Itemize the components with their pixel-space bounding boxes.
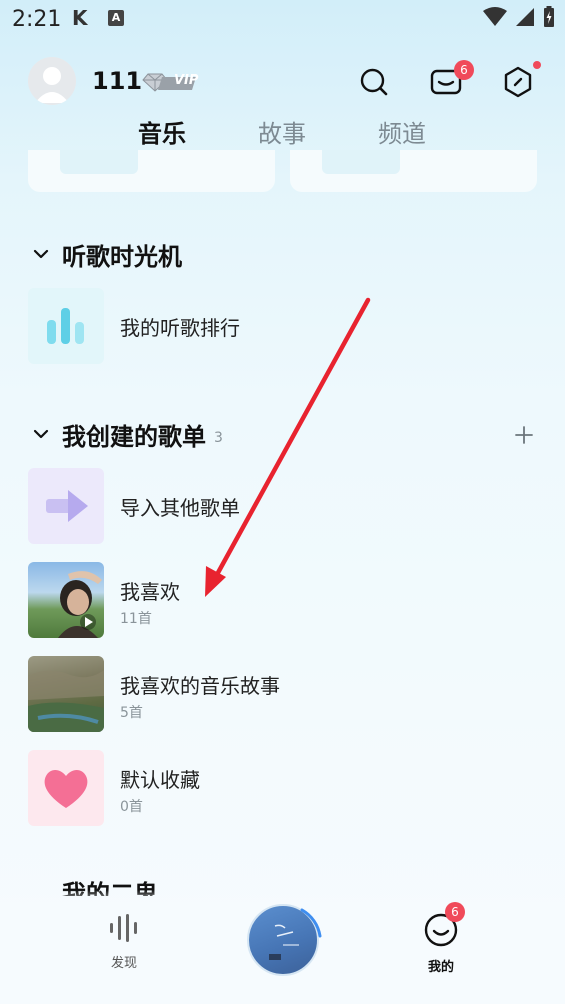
playback-progress-arc [300, 908, 322, 938]
soundwave-icon [110, 914, 137, 942]
nav-discover-label: 发现 [110, 956, 137, 971]
mine-badge: 6 [445, 902, 465, 922]
annotation-arrow [205, 297, 371, 597]
bottom-navigation: 发现 我的 6 [0, 890, 565, 1004]
nav-discover[interactable]: 发现 [100, 912, 148, 971]
nav-mine[interactable]: 我的 6 [417, 902, 465, 975]
nav-mine-label: 我的 [427, 960, 454, 975]
